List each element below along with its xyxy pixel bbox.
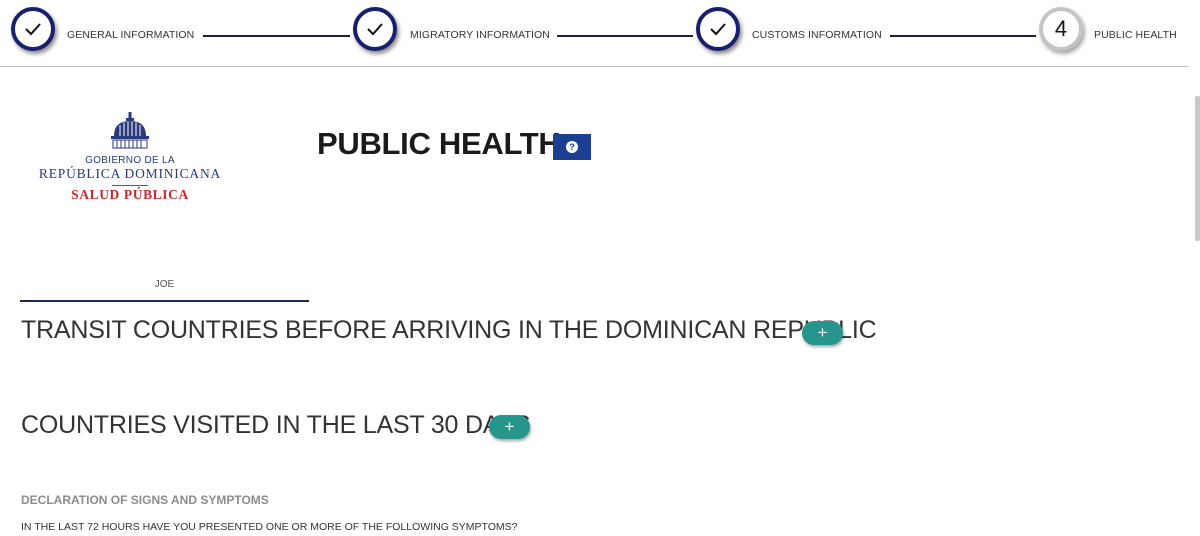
check-icon — [710, 23, 726, 36]
logo-divider — [112, 185, 148, 186]
step-3-label[interactable]: CUSTOMS INFORMATION — [752, 29, 882, 41]
logo-text-salud-publica: SALUD PÚBLICA — [71, 187, 189, 202]
check-icon — [367, 23, 383, 36]
traveler-tab-label: JOE — [154, 279, 175, 290]
symptoms-declaration-heading: DECLARATION OF SIGNS AND SYMPTOMS — [21, 493, 269, 507]
visited-countries-heading: COUNTRIES VISITED IN THE LAST 30 DAYS — [21, 411, 531, 439]
logo-text-gobierno: GOBIERNO DE LA — [85, 155, 175, 166]
add-transit-country-button[interactable]: + — [802, 321, 843, 345]
symptoms-question: IN THE LAST 72 HOURS HAVE YOU PRESENTED … — [21, 521, 518, 533]
logo-text-republica: REPÚBLICA DOMINICANA — [38, 166, 222, 181]
transit-countries-heading: TRANSIT COUNTRIES BEFORE ARRIVING IN THE… — [21, 316, 877, 344]
step-connector — [557, 35, 693, 37]
capitol-dome-icon — [111, 112, 149, 149]
step-4-label[interactable]: PUBLIC HEALTH — [1094, 29, 1177, 41]
step-4-current-indicator[interactable]: 4 — [1039, 7, 1083, 51]
page-title: PUBLIC HEALTH — [317, 126, 561, 161]
step-2-completed-indicator[interactable] — [353, 7, 397, 51]
vertical-scrollbar[interactable] — [1195, 96, 1200, 241]
step-connector — [203, 35, 350, 37]
add-visited-country-button[interactable]: + — [489, 415, 530, 439]
step-connector — [890, 35, 1036, 37]
step-3-completed-indicator[interactable] — [696, 7, 740, 51]
traveler-tab[interactable]: JOE — [20, 270, 309, 302]
progress-stepper: GENERAL INFORMATION MIGRATORY INFORMATIO… — [0, 0, 1188, 67]
help-button[interactable]: ? — [553, 134, 591, 160]
ministry-logo: GOBIERNO DE LA REPÚBLICA DOMINICANA SALU… — [30, 112, 230, 207]
question-icon: ? — [566, 141, 578, 153]
step-1-completed-indicator[interactable] — [11, 7, 55, 51]
step-1-label[interactable]: GENERAL INFORMATION — [67, 29, 194, 41]
check-icon — [25, 23, 41, 36]
step-2-label[interactable]: MIGRATORY INFORMATION — [410, 29, 550, 41]
